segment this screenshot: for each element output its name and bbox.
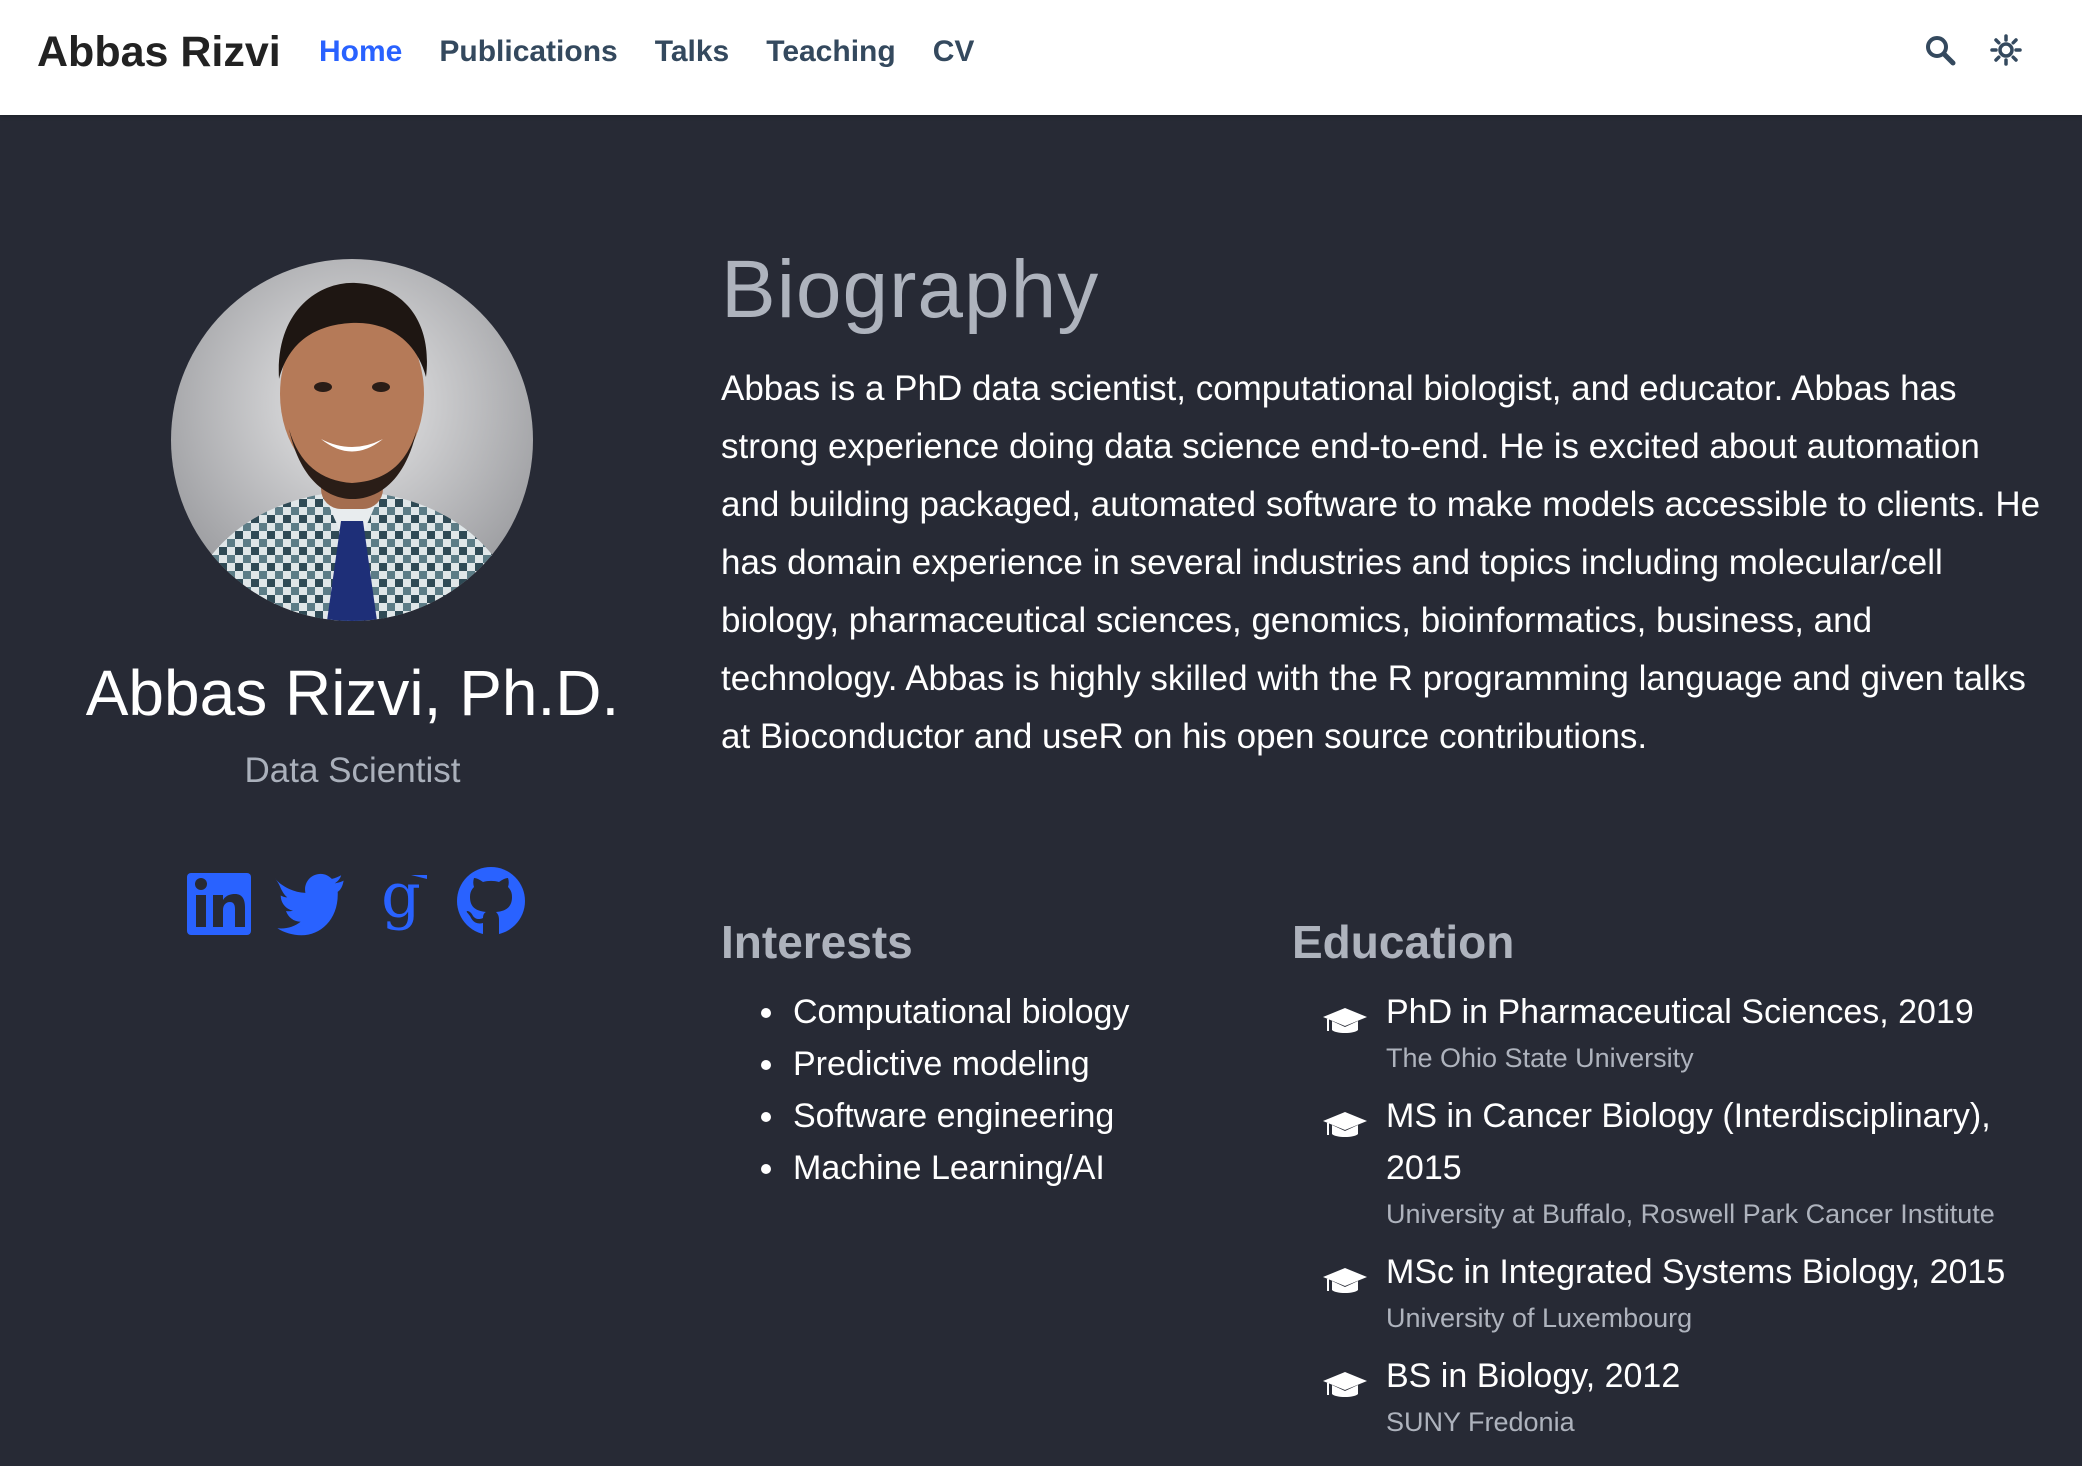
nav-link-cv[interactable]: CV xyxy=(933,33,975,71)
education-degree: MS in Cancer Biology (Interdisciplinary)… xyxy=(1386,1097,1991,1187)
education-institution: University of Luxembourg xyxy=(1386,1303,1693,1333)
linkedin-icon[interactable] xyxy=(185,865,257,937)
education-item: MSc in Integrated Systems Biology, 2015 … xyxy=(1318,1246,2038,1338)
search-icon[interactable] xyxy=(1924,34,1956,66)
avatar-image xyxy=(171,259,533,621)
education-degree: MSc in Integrated Systems Biology, 2015 xyxy=(1386,1253,2006,1291)
education-title: Education xyxy=(1292,916,1515,968)
graduation-cap-icon xyxy=(1323,1112,1367,1137)
github-icon[interactable] xyxy=(455,865,527,937)
avatar xyxy=(171,259,533,621)
education-list: PhD in Pharmaceutical Sciences, 2019 The… xyxy=(1318,986,2038,1454)
biography-text: Abbas is a PhD data scientist, computati… xyxy=(721,369,2041,756)
nav-link-talks[interactable]: Talks xyxy=(655,33,730,71)
nav-icons xyxy=(1924,34,2022,66)
graduation-cap-icon xyxy=(1323,1008,1367,1033)
graduation-cap-icon xyxy=(1323,1268,1367,1293)
graduation-cap-icon xyxy=(1323,1372,1367,1397)
education-degree: PhD in Pharmaceutical Sciences, 2019 xyxy=(1386,993,1974,1031)
education-degree: BS in Biology, 2012 xyxy=(1386,1357,1681,1395)
education-institution: SUNY Fredonia xyxy=(1386,1407,1575,1437)
site-brand[interactable]: Abbas Rizvi xyxy=(37,28,281,76)
list-item: Computational biology xyxy=(760,986,1129,1038)
interests-title: Interests xyxy=(721,916,913,968)
nav-link-teaching[interactable]: Teaching xyxy=(766,33,895,71)
list-item: Software engineering xyxy=(760,1090,1129,1142)
interests-list: Computational biology Predictive modelin… xyxy=(721,986,1129,1194)
education-institution: University at Buffalo, Roswell Park Canc… xyxy=(1386,1199,1995,1229)
google-scholar-icon[interactable]: g xyxy=(365,865,437,937)
nav-link-publications[interactable]: Publications xyxy=(439,33,617,71)
education-item: PhD in Pharmaceutical Sciences, 2019 The… xyxy=(1318,986,2038,1078)
education-institution: The Ohio State University xyxy=(1386,1043,1694,1073)
education-item: MS in Cancer Biology (Interdisciplinary)… xyxy=(1318,1090,2038,1234)
top-navbar: Abbas Rizvi Home Publications Talks Teac… xyxy=(0,0,2082,115)
twitter-icon[interactable] xyxy=(275,865,347,937)
nav-links: Home Publications Talks Teaching CV xyxy=(319,33,974,71)
profile-name: Abbas Rizvi, Ph.D. xyxy=(85,657,620,729)
social-links: g xyxy=(185,865,527,937)
theme-toggle-icon[interactable] xyxy=(1990,34,2022,66)
list-item: Predictive modeling xyxy=(760,1038,1129,1090)
education-item: BS in Biology, 2012 SUNY Fredonia xyxy=(1318,1350,2038,1442)
list-item: Machine Learning/AI xyxy=(760,1142,1129,1194)
profile-role: Data Scientist xyxy=(244,751,461,790)
biography-title: Biography xyxy=(721,244,1100,335)
nav-link-home[interactable]: Home xyxy=(319,33,402,71)
